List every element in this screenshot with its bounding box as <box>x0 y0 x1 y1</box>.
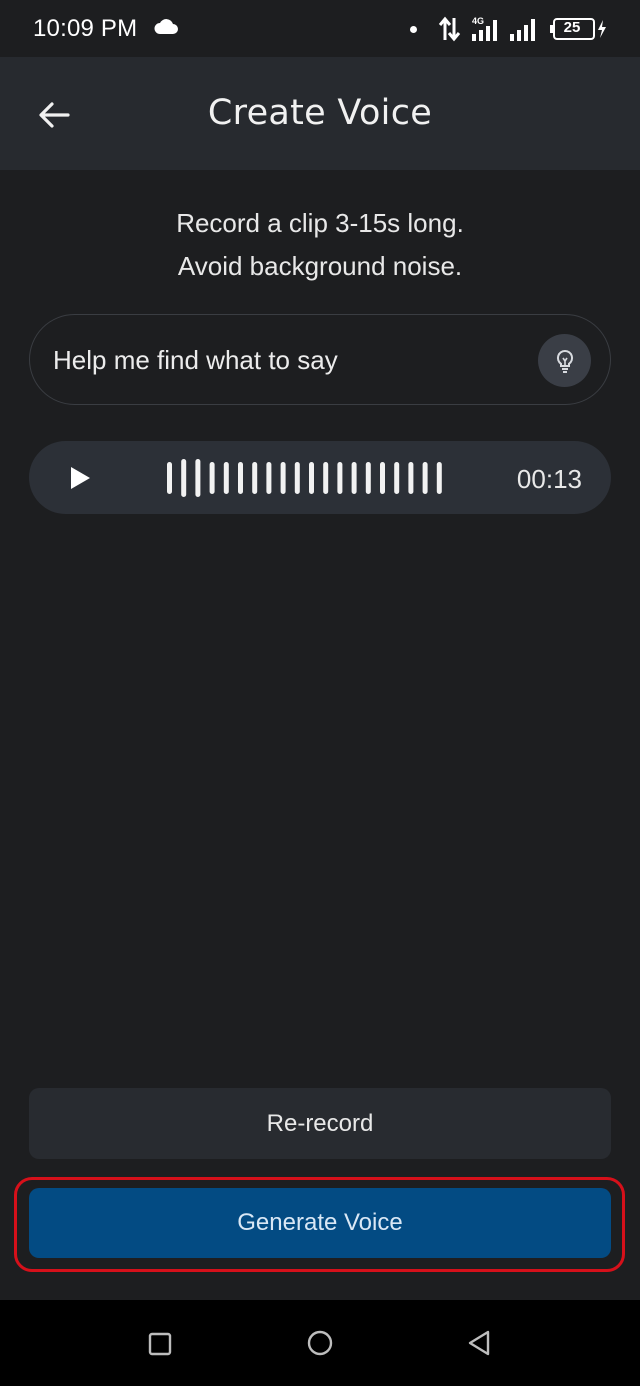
status-bar: 10:09 PM 4G 25 <box>0 0 640 57</box>
waveform-bar <box>408 462 414 494</box>
home-circle-icon[interactable] <box>307 1330 333 1356</box>
waveform-bar <box>422 462 428 494</box>
data-transfer-icon <box>438 16 461 42</box>
waveform-bar <box>337 462 343 494</box>
re-record-button[interactable]: Re-record <box>29 1088 611 1159</box>
waveform <box>167 459 442 497</box>
status-time: 10:09 PM <box>33 15 138 42</box>
waveform-bar <box>238 462 243 494</box>
waveform-bar <box>209 462 215 494</box>
waveform-bar <box>266 462 272 494</box>
waveform-bar <box>309 462 314 494</box>
duration-label: 00:13 <box>516 464 582 494</box>
hint-text: Help me find what to say <box>53 345 338 375</box>
battery-level: 25 <box>563 19 581 36</box>
waveform-bar <box>365 462 371 494</box>
waveform-bar <box>323 462 329 494</box>
waveform-bar <box>380 462 385 494</box>
back-triangle-icon[interactable] <box>466 1330 492 1356</box>
system-nav-bar <box>0 1300 640 1386</box>
waveform-bar <box>280 462 286 494</box>
waveform-bar <box>351 462 357 494</box>
waveform-bar <box>394 462 400 494</box>
play-icon <box>71 467 90 489</box>
lightbulb-icon <box>556 349 573 373</box>
app-bar: Create Voice <box>0 57 640 170</box>
waveform-bar <box>167 462 172 494</box>
play-button[interactable] <box>63 461 97 495</box>
generate-voice-button[interactable]: Generate Voice <box>29 1188 611 1258</box>
cloud-icon <box>154 19 178 34</box>
recents-square-icon[interactable] <box>148 1332 172 1356</box>
script-hint-box[interactable]: Help me find what to say <box>29 314 611 405</box>
charging-icon <box>598 20 606 38</box>
waveform-bar <box>195 459 201 497</box>
waveform-bar <box>181 459 187 497</box>
waveform-bar <box>252 462 258 494</box>
page-title: Create Voice <box>207 93 433 133</box>
waveform-bar <box>436 462 442 494</box>
waveform-bar <box>223 462 229 494</box>
audio-player: 00:13 <box>29 441 611 514</box>
instruction-line-2: Avoid background noise. <box>177 251 463 281</box>
instructions: Record a clip 3-15s long. Avoid backgrou… <box>0 202 640 288</box>
dot-icon <box>410 26 417 33</box>
idea-button[interactable] <box>538 334 591 387</box>
signal-4g-icon: 4G <box>472 16 497 41</box>
signal-icon <box>510 19 535 41</box>
instruction-line-1: Record a clip 3-15s long. <box>176 208 464 238</box>
network-label: 4G <box>472 16 484 26</box>
waveform-bar <box>294 462 300 494</box>
